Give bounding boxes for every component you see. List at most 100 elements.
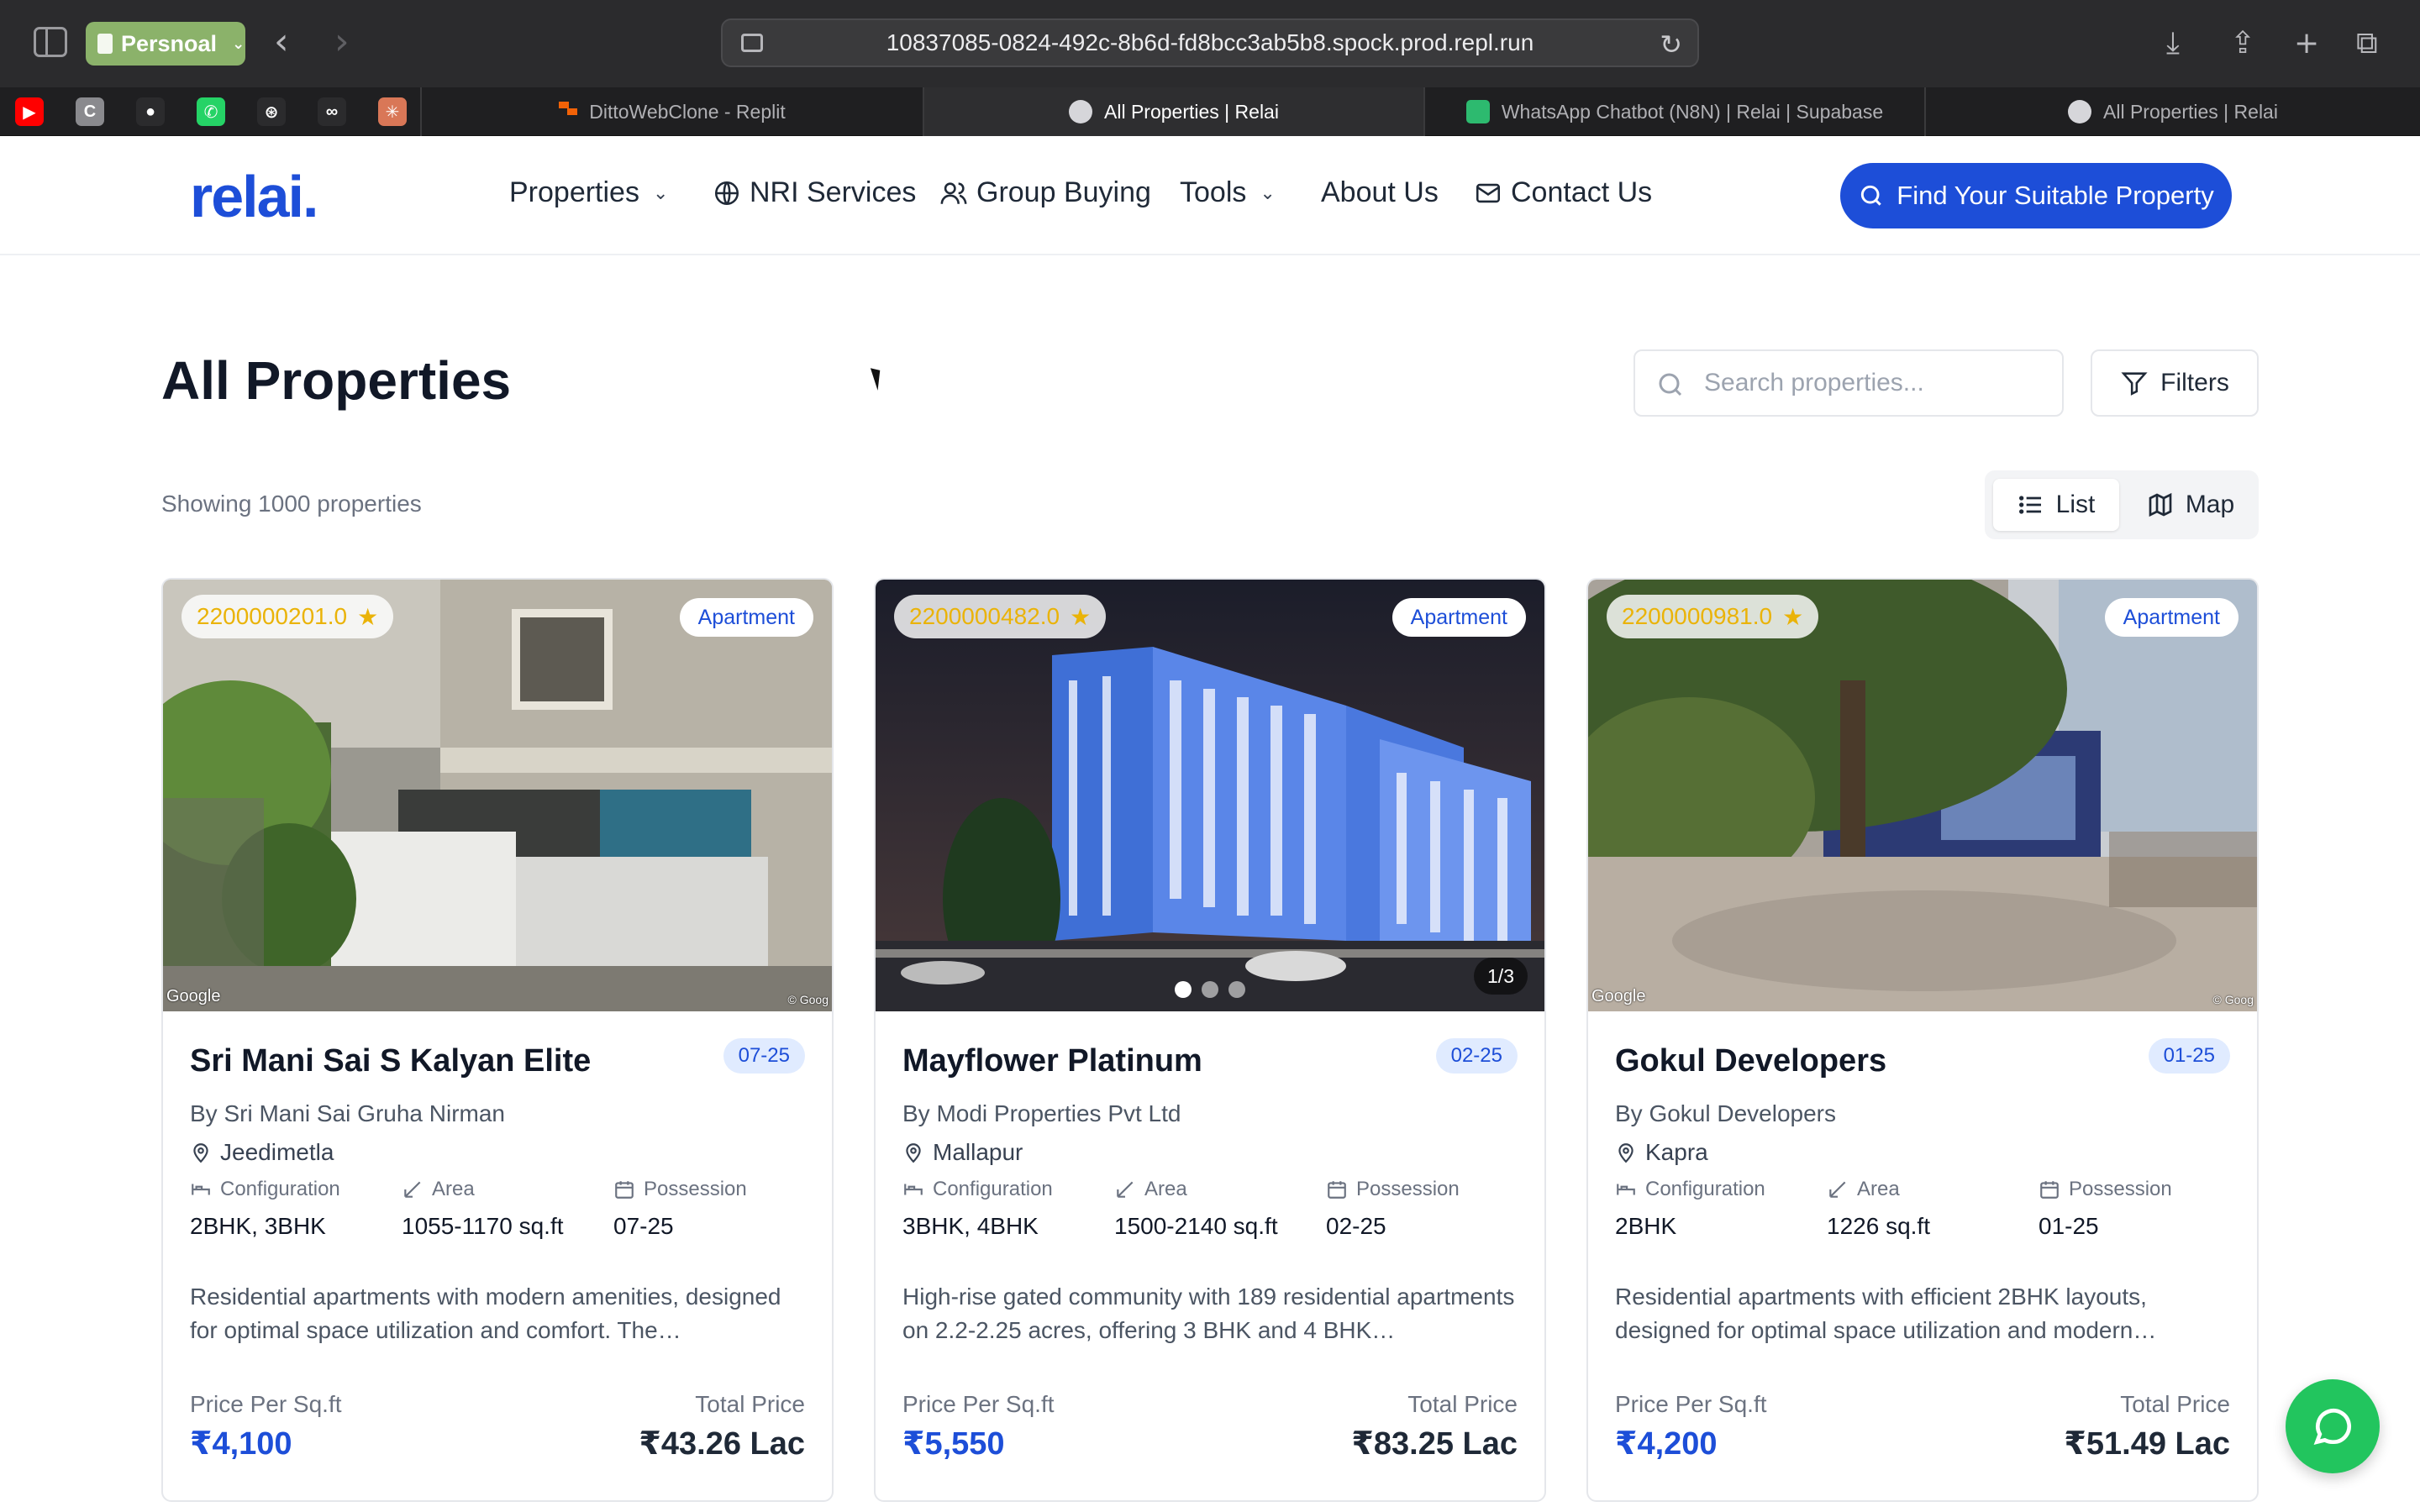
youtube-icon[interactable]: ▶ [15, 97, 44, 126]
spec-value: 1226 sq.ft [1827, 1213, 1930, 1239]
property-title[interactable]: Sri Mani Sai S Kalyan Elite [190, 1043, 591, 1079]
replit-icon [559, 102, 578, 122]
spec-value: 1500-2140 sq.ft [1114, 1213, 1278, 1239]
spec-label: Possession [1356, 1178, 1460, 1200]
carousel-dot[interactable] [1202, 981, 1218, 998]
property-photo[interactable]: 2200000981.0 ★ Apartment Google © Goog [1588, 580, 2257, 1011]
site-header: relai. Properties ⌄ NRI Services Group B… [0, 136, 2420, 255]
property-type-badge: Apartment [2104, 598, 2238, 637]
property-photo[interactable]: 2200000201.0 ★ Apartment Google © Goog [163, 580, 832, 1011]
nav-tools[interactable]: Tools ⌄ [1180, 176, 1276, 209]
star-icon: ★ [1070, 603, 1092, 630]
nav-about-us[interactable]: About Us [1321, 176, 1439, 209]
tab-all-properties[interactable]: All Properties | Relai [1924, 87, 2420, 136]
spec-label: Possession [2069, 1178, 2172, 1200]
total-price-value: ₹83.25 Lac [1351, 1426, 1518, 1462]
property-type-badge: Apartment [679, 598, 813, 637]
property-type-badge: Apartment [1392, 598, 1526, 637]
list-view-button[interactable]: List [1993, 479, 2119, 531]
chevron-down-icon: ⌄ [1260, 181, 1276, 203]
nav-nri-services[interactable]: NRI Services [713, 176, 916, 209]
price-per-sqft-label: Price Per Sq.ft [902, 1391, 1055, 1417]
tab-dittowebclone[interactable]: DittoWebClone - Replit [420, 87, 923, 136]
locality: Jeedimetla [190, 1139, 334, 1166]
tab-all-properties-active[interactable]: All Properties | Relai [923, 87, 1423, 136]
property-title[interactable]: Gokul Developers [1615, 1043, 1886, 1079]
site-info-icon[interactable] [741, 34, 763, 52]
map-label: Map [2185, 491, 2235, 518]
back-arrow-icon[interactable]: ‹ [274, 20, 289, 64]
rating-value: 2200000482.0 [909, 603, 1060, 629]
locality-name: Kapra [1645, 1139, 1708, 1165]
builder-name: By Modi Properties Pvt Ltd [902, 1100, 1181, 1126]
ruler-icon [1829, 1181, 1846, 1198]
carousel-dot[interactable] [1175, 981, 1192, 998]
relai-favicon-icon [2068, 100, 2092, 123]
nav-contact-us[interactable]: Contact Us [1474, 176, 1652, 209]
downloads-icon[interactable]: ⤓ [2166, 25, 2180, 62]
globe-icon [714, 181, 739, 205]
search-icon [1861, 185, 1882, 206]
view-toggle: List Map [1985, 470, 2259, 539]
openai-icon[interactable]: ⊛ [257, 97, 286, 126]
page-title: All Properties [161, 350, 512, 411]
whatsapp-chat-button[interactable] [2286, 1379, 2380, 1473]
search-box[interactable] [1634, 349, 2064, 417]
sidebar-toggle-icon[interactable] [34, 27, 67, 57]
nav-group-buying[interactable]: Group Buying [939, 176, 1151, 209]
property-description: High-rise gated community with 189 resid… [902, 1284, 1515, 1343]
star-icon: ★ [357, 603, 379, 630]
filters-button[interactable]: Filters [2091, 349, 2259, 417]
new-tab-icon[interactable]: + [2294, 25, 2319, 62]
c-app-icon[interactable]: C [76, 97, 104, 126]
spec-value: 07-25 [613, 1213, 674, 1239]
property-card[interactable]: 2200000482.0 ★ Apartment 1/3 Mayflower P… [874, 578, 1546, 1502]
reload-icon[interactable]: ↻ [1660, 29, 1682, 60]
mouse-cursor [870, 365, 886, 391]
profile-switcher[interactable]: Persnoal ⌄ [86, 22, 245, 66]
supabase-icon [1465, 100, 1490, 123]
search-input[interactable] [1704, 369, 2040, 397]
nav-label: Contact Us [1511, 176, 1653, 208]
spec-value: 3BHK, 4BHK [902, 1213, 1039, 1239]
carousel-dots[interactable] [876, 981, 1544, 998]
spec-value: 1055-1170 sq.ft [402, 1213, 564, 1239]
infinity-icon[interactable]: ∞ [318, 97, 346, 126]
spec-area: Area 1500-2140 sq.ft [1114, 1178, 1278, 1240]
tab-whatsapp-chatbot[interactable]: WhatsApp Chatbot (N8N) | Relai | Supabas… [1423, 87, 1924, 136]
spec-label: Area [432, 1178, 475, 1200]
browser-toolbar: Persnoal ⌄ ‹ › 10837085-0824-492c-8b6d-f… [0, 0, 2420, 87]
address-bar[interactable]: 10837085-0824-492c-8b6d-fd8bcc3ab5b8.spo… [721, 18, 1699, 67]
github-icon[interactable]: ● [136, 97, 165, 126]
property-title[interactable]: Mayflower Platinum [902, 1043, 1202, 1079]
rating-value: 2200000201.0 [197, 603, 348, 629]
property-card[interactable]: 2200000201.0 ★ Apartment Google © Goog S… [161, 578, 834, 1502]
spec-configuration: Configuration 3BHK, 4BHK [902, 1178, 1053, 1240]
google-copyright: © Goog [787, 993, 829, 1006]
property-photo[interactable]: 2200000482.0 ★ Apartment 1/3 [876, 580, 1544, 1011]
nav-label: Tools [1180, 176, 1247, 208]
price-per-sqft-value: ₹4,100 [190, 1426, 292, 1462]
nav-label: Properties [509, 176, 639, 208]
tab-bar: ▶ C ● ✆ ⊛ ∞ ✳ DittoWebClone - Replit All Prope… [0, 87, 2420, 136]
claude-icon[interactable]: ✳ [378, 97, 407, 126]
date-badge: 01-25 [2148, 1038, 2230, 1074]
spec-label: Configuration [1645, 1178, 1765, 1200]
spec-value: 2BHK [1615, 1213, 1677, 1239]
total-price-label: Total Price [1407, 1391, 1518, 1417]
share-icon[interactable]: ⇪ [2230, 25, 2255, 62]
carousel-dot[interactable] [1228, 981, 1245, 998]
builder-name: By Gokul Developers [1615, 1100, 1837, 1126]
map-view-button[interactable]: Map [2128, 479, 2254, 531]
property-card[interactable]: 2200000981.0 ★ Apartment Google © Goog G… [1586, 578, 2259, 1502]
tab-overview-icon[interactable]: ⧉ [2356, 25, 2378, 62]
relai-logo[interactable]: relai. [190, 163, 318, 230]
users-icon [940, 181, 967, 204]
forward-arrow-icon[interactable]: › [334, 20, 350, 64]
locality: Mallapur [902, 1139, 1023, 1166]
nav-properties[interactable]: Properties ⌄ [509, 176, 668, 209]
tab-title: All Properties | Relai [2103, 100, 2278, 123]
whatsapp-icon[interactable]: ✆ [197, 97, 225, 126]
price-per-sqft-label: Price Per Sq.ft [190, 1391, 342, 1417]
find-property-button[interactable]: Find Your Suitable Property [1840, 163, 2232, 228]
